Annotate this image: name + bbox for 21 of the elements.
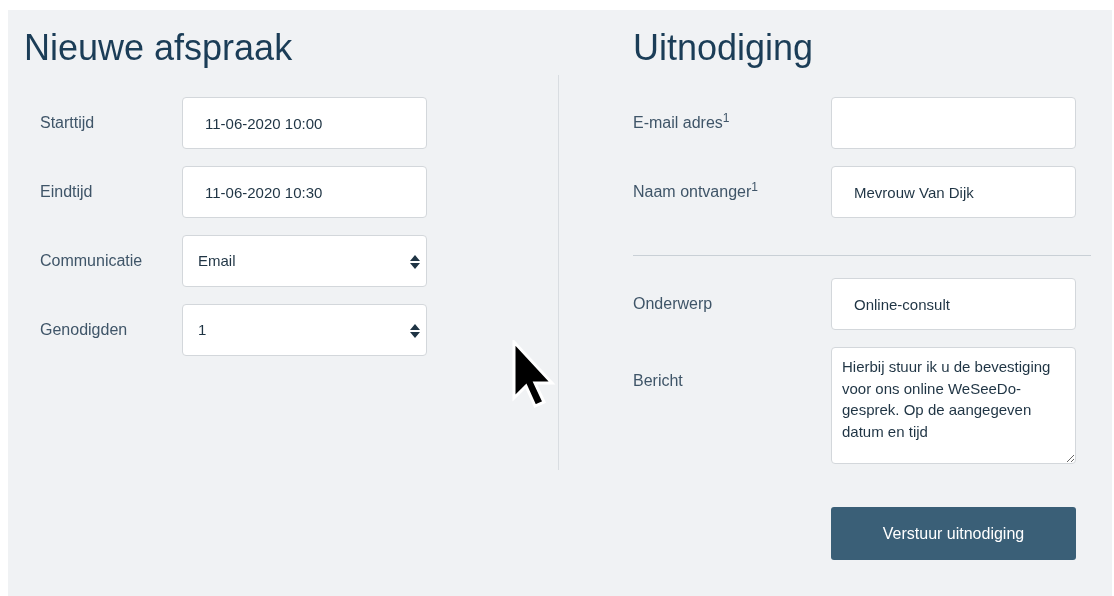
page-title: Nieuwe afspraak (24, 26, 294, 70)
select-field[interactable]: Email (182, 235, 427, 287)
input-field[interactable]: 11-06-2020 10:30 (182, 166, 427, 218)
select-field[interactable]: 1 (182, 304, 427, 356)
field-label: Eindtijd (39, 182, 94, 202)
field-label: Genodigden (39, 320, 129, 340)
send-invitation-button[interactable]: Verstuur uitnodiging (831, 507, 1076, 560)
updown-icon (410, 255, 420, 269)
field-label: Bericht (633, 371, 684, 391)
field-label: Starttijd (39, 113, 96, 133)
input-field[interactable]: Online-consult (831, 278, 1076, 330)
input-field[interactable]: 11-06-2020 10:00 (182, 97, 427, 149)
message-field[interactable]: Hierbij stuur ik u de bevestiging voor ons online WeSeeDo-gesprek. Op de aangegeven datum en tijd (831, 347, 1076, 464)
field-label: Naam ontvanger$^{1}$ (633, 180, 759, 202)
field-label: E-mail adres$^{1}$ (633, 111, 731, 133)
field-label: Communicatie (39, 251, 144, 271)
section-title: Uitnodiging (633, 26, 815, 70)
updown-icon (410, 324, 420, 338)
field-label: Onderwerp (633, 294, 714, 314)
input-field[interactable]: Mevrouw Van Dijk (831, 166, 1076, 218)
input-field[interactable] (831, 97, 1076, 149)
